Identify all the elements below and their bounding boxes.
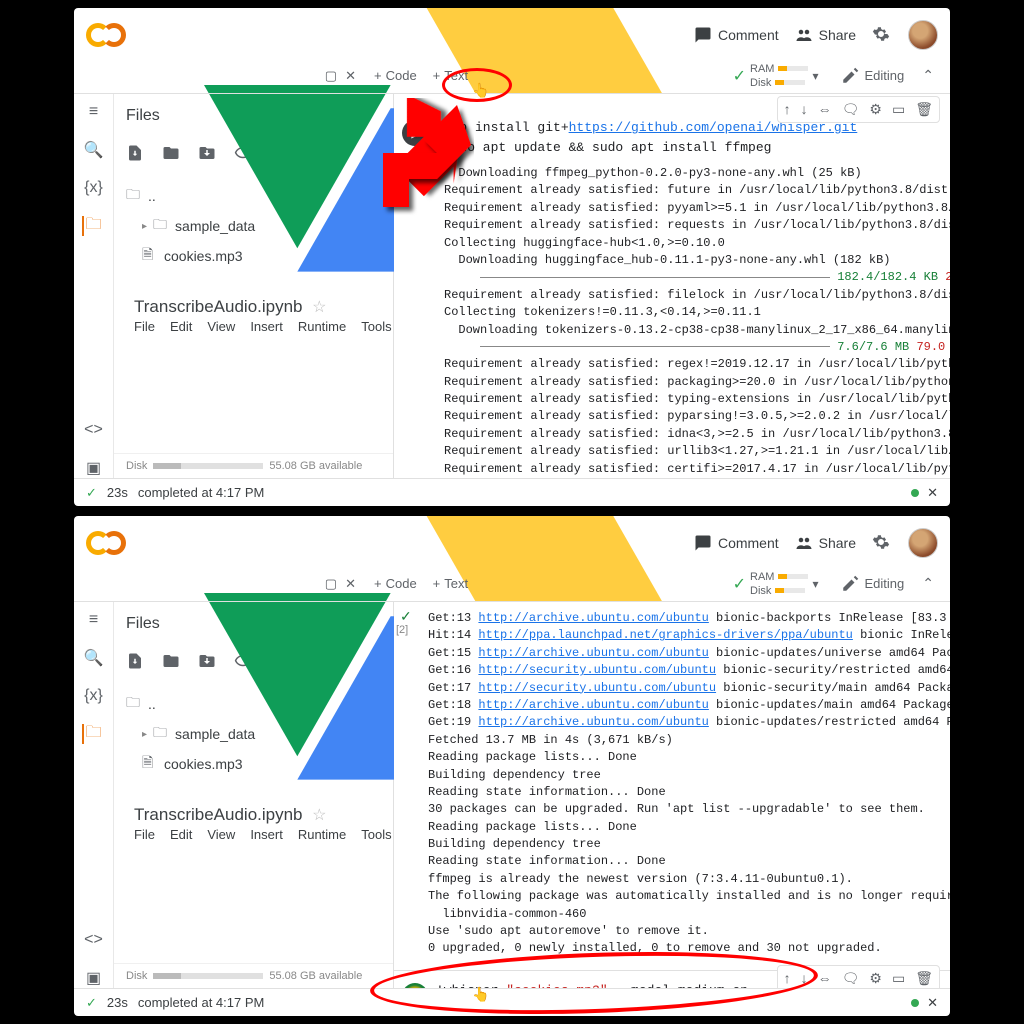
comment-icon[interactable]: 🗨 — [840, 99, 862, 120]
disk-label: Disk — [126, 970, 147, 982]
code-snippets-icon[interactable]: <> — [84, 930, 104, 950]
status-time: 23s — [107, 995, 128, 1010]
status-check-icon: ✓ — [86, 995, 97, 1011]
move-down-icon[interactable]: ↓ — [799, 968, 810, 988]
delete-cell-icon[interactable]: 🗑 — [913, 99, 935, 120]
cell-settings-icon[interactable]: ⚙ — [867, 968, 884, 988]
panel-popout-icon[interactable]: ▢ — [325, 576, 337, 592]
link-icon[interactable]: ⇔ — [816, 99, 834, 120]
avatar[interactable] — [908, 20, 938, 50]
ram-disk-indicator[interactable]: RAM Disk — [750, 63, 808, 89]
panel-popout-icon[interactable]: ▢ — [325, 68, 337, 84]
colab-logo[interactable] — [86, 23, 126, 47]
toc-icon[interactable]: ≡ — [84, 102, 104, 122]
files-tab-icon[interactable]: 🗀 — [82, 724, 102, 744]
collapse-header-icon[interactable]: ⌃ — [914, 575, 942, 592]
editing-mode[interactable]: Editing — [831, 571, 915, 597]
exec-count: [2] — [396, 624, 408, 636]
status-time: 23s — [107, 485, 128, 500]
add-text-button[interactable]: Text — [425, 64, 476, 87]
cell-output: Downloading ffmpeg_python-0.2.0-py3-none… — [394, 161, 950, 478]
mirror-icon[interactable]: ▭ — [890, 968, 907, 988]
delete-cell-icon[interactable]: 🗑 — [913, 968, 935, 988]
status-close-icon[interactable]: ✕ — [927, 485, 938, 501]
disk-available: 55.08 GB available — [269, 460, 362, 472]
collapse-header-icon[interactable]: ⌃ — [914, 67, 942, 84]
mirror-icon[interactable]: ▭ — [890, 99, 907, 120]
status-close-icon[interactable]: ✕ — [927, 995, 938, 1011]
run-cell-button[interactable] — [402, 983, 428, 988]
kernel-status-icon — [911, 489, 919, 497]
move-down-icon[interactable]: ↓ — [799, 99, 810, 120]
cell-settings-icon[interactable]: ⚙ — [867, 99, 884, 120]
link-icon[interactable]: ⇔ — [816, 968, 834, 988]
kernel-status-icon — [911, 999, 919, 1007]
panel-close-icon[interactable]: ✕ — [345, 576, 356, 592]
editing-mode[interactable]: Editing — [831, 63, 915, 89]
add-text-button[interactable]: Text — [425, 572, 476, 595]
add-code-button[interactable]: Code — [366, 64, 425, 87]
avatar[interactable] — [908, 528, 938, 558]
connected-check-icon: ✓ — [733, 66, 746, 86]
code-snippets-icon[interactable]: <> — [84, 420, 104, 440]
share-button[interactable]: Share — [795, 534, 856, 552]
find-icon[interactable]: 🔍 — [84, 140, 104, 160]
status-msg: completed at 4:17 PM — [138, 485, 264, 500]
cell-toolbar: ↑ ↓ ⇔ 🗨 ⚙ ▭ 🗑 — [777, 965, 940, 988]
disk-label: Disk — [126, 460, 147, 472]
share-button[interactable]: Share — [795, 26, 856, 44]
connected-check-icon: ✓ — [733, 574, 746, 594]
terminal-icon[interactable]: ▣ — [84, 458, 104, 478]
terminal-icon[interactable]: ▣ — [84, 968, 104, 988]
comment-button[interactable]: Comment — [694, 534, 779, 552]
comment-button[interactable]: Comment — [694, 26, 779, 44]
variables-icon[interactable]: {x} — [84, 178, 104, 198]
resource-dropdown-icon[interactable]: ▾ — [812, 69, 818, 83]
add-code-button[interactable]: Code — [366, 572, 425, 595]
code-cell[interactable]: !pip install git+https://github.com/open… — [436, 118, 857, 157]
status-check-icon: ✓ — [86, 485, 97, 501]
cell-output: Get:13 http://archive.ubuntu.com/ubuntu … — [394, 606, 950, 962]
colab-logo[interactable] — [86, 531, 126, 555]
cell-toolbar: ↑ ↓ ⇔ 🗨 ⚙ ▭ 🗑 — [777, 96, 940, 123]
move-up-icon[interactable]: ↑ — [782, 968, 793, 988]
exec-check-icon: ✓ — [400, 608, 412, 625]
disk-available: 55.08 GB available — [269, 970, 362, 982]
code-cell[interactable]: !whisper "cookies.mp3" --model medium.en — [436, 981, 748, 988]
settings-icon[interactable] — [872, 25, 892, 45]
settings-icon[interactable] — [872, 533, 892, 553]
ram-disk-indicator[interactable]: RAM Disk — [750, 571, 808, 597]
panel-close-icon[interactable]: ✕ — [345, 68, 356, 84]
comment-icon[interactable]: 🗨 — [840, 968, 862, 988]
disk-usage-bar — [153, 463, 263, 469]
variables-icon[interactable]: {x} — [84, 686, 104, 706]
move-up-icon[interactable]: ↑ — [782, 99, 793, 120]
run-cell-button[interactable] — [402, 120, 428, 146]
resource-dropdown-icon[interactable]: ▾ — [812, 577, 818, 591]
find-icon[interactable]: 🔍 — [84, 648, 104, 668]
disk-usage-bar — [153, 973, 263, 979]
status-msg: completed at 4:17 PM — [138, 995, 264, 1010]
toc-icon[interactable]: ≡ — [84, 610, 104, 630]
files-tab-icon[interactable]: 🗀 — [82, 216, 102, 236]
